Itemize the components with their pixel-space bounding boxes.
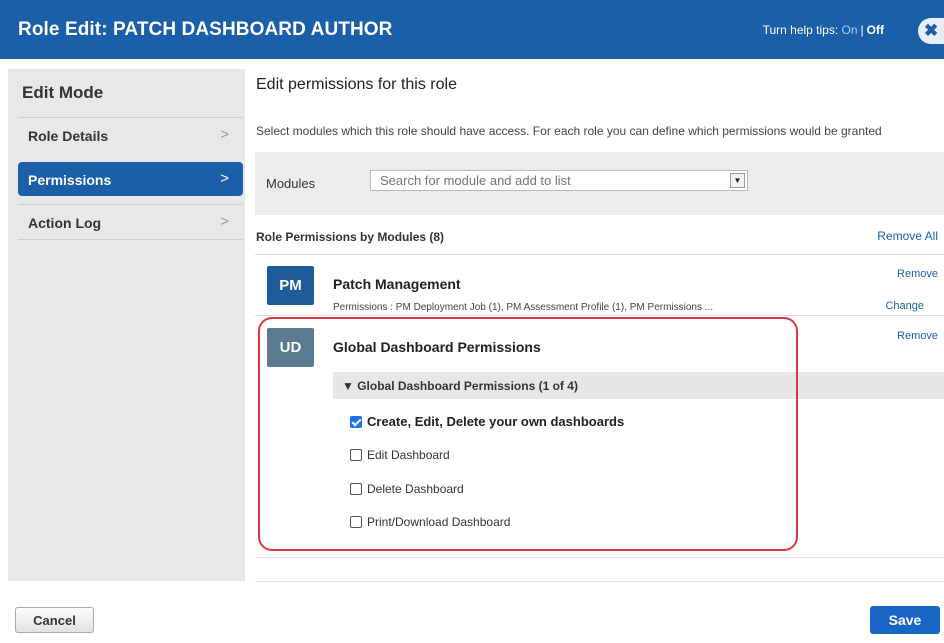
divider xyxy=(255,254,944,255)
close-icon: ✖ xyxy=(924,21,939,40)
dialog-title: Role Edit: PATCH DASHBOARD AUTHOR xyxy=(18,19,393,40)
highlight-annotation xyxy=(258,317,798,551)
help-tips-toggle: Turn help tips: On | Off xyxy=(763,23,884,37)
sidebar-item-label: Role Details xyxy=(28,128,109,144)
help-tips-off-link[interactable]: Off xyxy=(867,23,884,37)
module-search-select[interactable]: ▼ xyxy=(370,170,748,191)
help-tips-on-link[interactable]: On xyxy=(842,23,858,37)
sidebar: Edit Mode Role Details > Permissions > A… xyxy=(8,69,245,581)
change-module-link[interactable]: Change xyxy=(885,300,924,312)
sidebar-item-permissions[interactable]: Permissions > xyxy=(18,162,243,196)
sidebar-item-role-details[interactable]: Role Details > xyxy=(18,117,243,152)
divider xyxy=(255,315,944,316)
close-button[interactable]: ✖ xyxy=(918,18,944,44)
modules-label: Modules xyxy=(266,176,316,191)
chevron-right-icon: > xyxy=(220,126,229,143)
sidebar-item-label: Action Log xyxy=(28,215,102,231)
role-permissions-header: Role Permissions by Modules (8) xyxy=(256,230,445,244)
remove-module-link[interactable]: Remove xyxy=(897,268,938,280)
divider xyxy=(255,581,944,582)
page-title: Edit permissions for this role xyxy=(256,76,457,93)
divider xyxy=(255,557,944,558)
remove-all-link[interactable]: Remove All xyxy=(877,229,938,243)
sidebar-item-action-log[interactable]: Action Log > xyxy=(18,204,243,240)
module-name-patch-management: Patch Management xyxy=(333,276,461,292)
save-button[interactable]: Save xyxy=(870,606,940,634)
chevron-right-icon: > xyxy=(220,213,229,230)
sidebar-heading: Edit Mode xyxy=(22,83,104,102)
dropdown-arrow-icon[interactable]: ▼ xyxy=(730,173,745,188)
remove-module-link[interactable]: Remove xyxy=(897,330,938,342)
sidebar-item-label: Permissions xyxy=(28,172,112,188)
module-badge-pm: PM xyxy=(267,266,314,305)
chevron-right-icon: > xyxy=(220,170,229,187)
module-permissions-summary: Permissions : PM Deployment Job (1), PM … xyxy=(333,302,714,313)
cancel-button[interactable]: Cancel xyxy=(15,607,94,633)
module-search-input[interactable] xyxy=(371,171,725,190)
modules-search-bar: Modules ▼ xyxy=(255,152,944,215)
help-tips-separator: | xyxy=(860,23,864,37)
page-description: Select modules which this role should ha… xyxy=(256,124,882,138)
title-bar: Role Edit: PATCH DASHBOARD AUTHOR Turn h… xyxy=(0,0,944,59)
help-tips-label: Turn help tips: xyxy=(762,23,839,37)
